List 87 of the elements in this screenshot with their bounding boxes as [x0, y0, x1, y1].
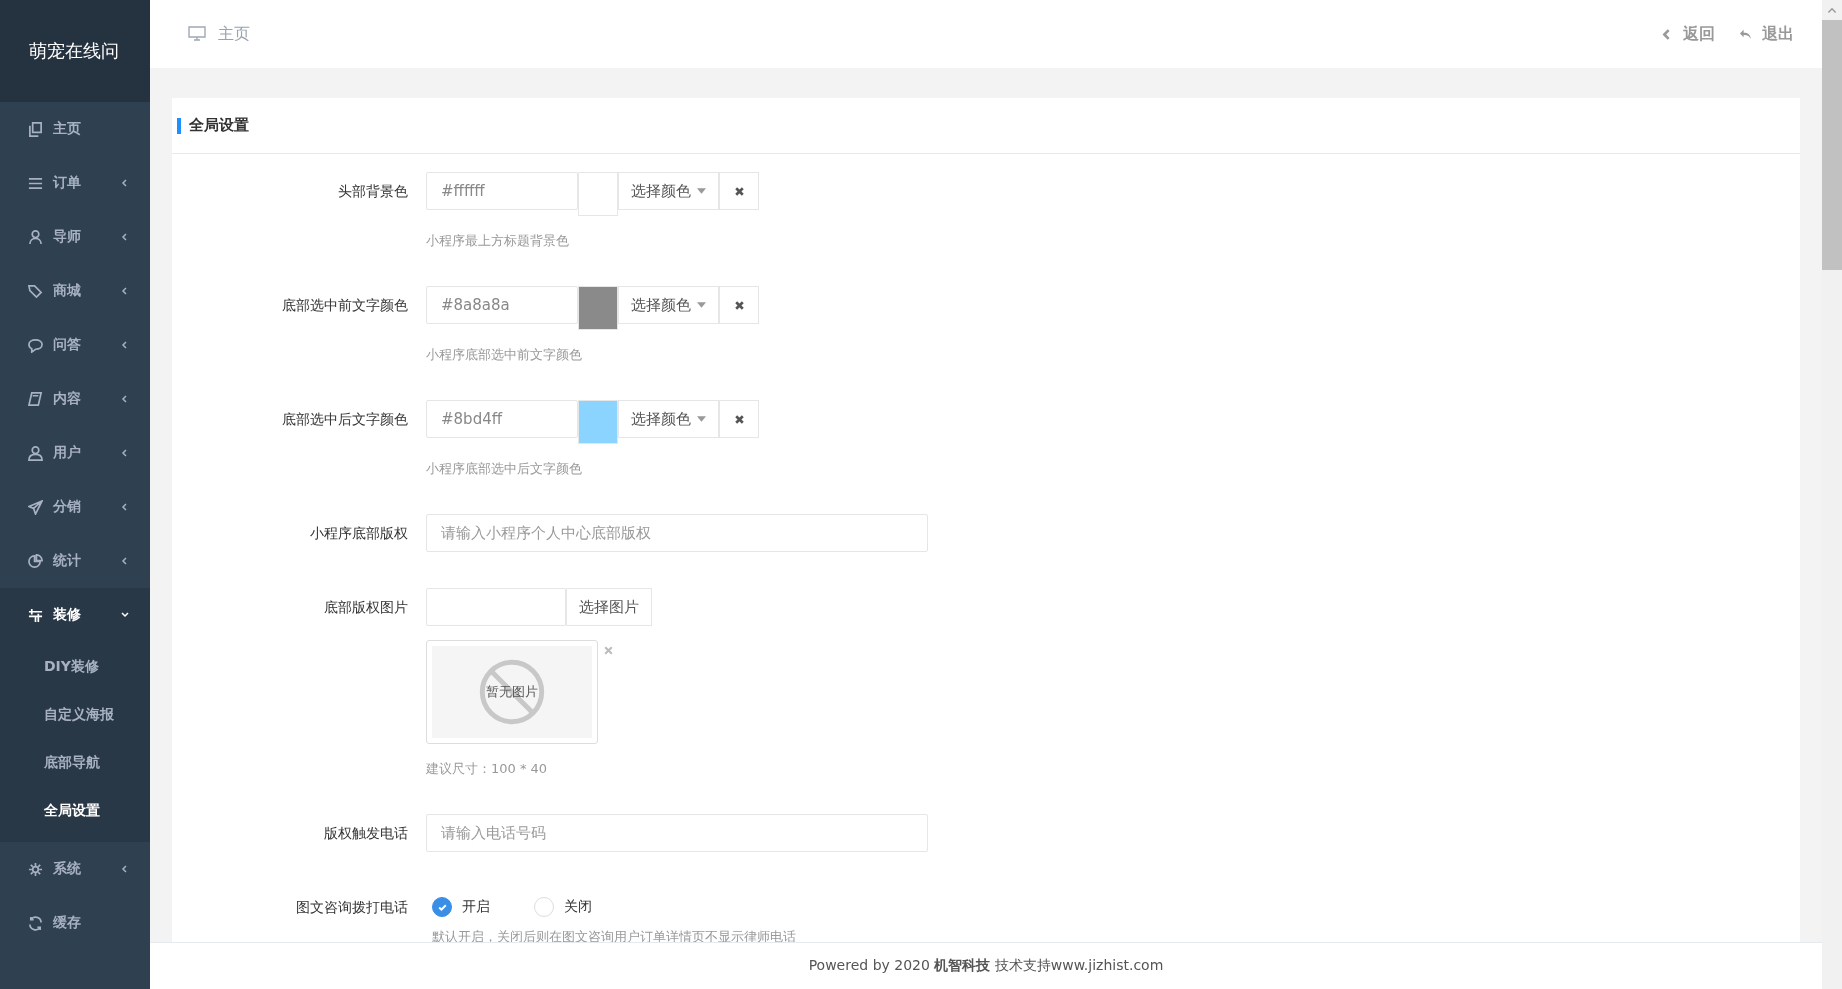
remove-icon[interactable] [603, 645, 614, 656]
sidebar-item[interactable]: 订单 [0, 156, 150, 210]
app-logo-text: 萌宠在线问 [0, 0, 150, 102]
user-icon [28, 445, 43, 461]
choose-color-button[interactable]: 选择颜色 [618, 400, 719, 438]
field-label: 底部选中前文字颜色 [281, 296, 409, 315]
field-label: 底部版权图片 [323, 598, 409, 617]
field-hint: 小程序最上方标题背景色 [426, 232, 570, 250]
field-label: 头部背景色 [337, 182, 409, 201]
image-path-field[interactable] [426, 588, 566, 626]
color-swatch [578, 286, 618, 330]
copy-icon [28, 121, 43, 137]
choose-image-button[interactable]: 选择图片 [566, 588, 652, 626]
field-label: 图文咨询拨打电话 [295, 898, 409, 917]
no-image-icon [479, 659, 545, 725]
header-link[interactable]: 返回 [1683, 23, 1715, 45]
breadcrumb-link[interactable]: 主页 [218, 23, 250, 45]
chevron-left-icon [120, 286, 130, 296]
choose-color-button[interactable]: 选择颜色 [618, 286, 719, 324]
radio-button[interactable] [432, 897, 452, 917]
chat-icon [28, 337, 43, 353]
caret-icon [697, 416, 706, 422]
chevron-left-icon [120, 394, 130, 404]
text-input-field[interactable]: 请输入电话号码 [426, 814, 928, 852]
book-icon [28, 391, 43, 407]
caret-icon [697, 302, 706, 308]
field-hint: 小程序底部选中后文字颜色 [426, 460, 583, 478]
panel-title: 全局设置 [189, 116, 249, 135]
chevron-left-icon [120, 232, 130, 242]
close-icon [733, 413, 745, 425]
color-swatch [578, 400, 618, 444]
sidebar-item[interactable]: 主页 [0, 102, 150, 156]
sidebar-item[interactable]: 分销 [0, 480, 150, 534]
chevron-left-icon [120, 178, 130, 188]
gear-icon [28, 861, 43, 877]
reply-arrow-icon [1739, 27, 1752, 41]
sidebar-item[interactable]: 商城 [0, 264, 150, 318]
caret-icon [697, 188, 706, 194]
pie-chart-icon [28, 553, 43, 569]
choose-color-button[interactable]: 选择颜色 [618, 172, 719, 210]
sidebar-item[interactable]: 系统 [0, 842, 150, 896]
chevron-down-icon [120, 610, 130, 620]
text-input-field[interactable]: 请输入小程序个人中心底部版权 [426, 514, 928, 552]
field-label: 小程序底部版权 [309, 524, 409, 543]
color-input-field[interactable]: #8bd4ff [426, 400, 578, 438]
header-link[interactable]: 退出 [1762, 23, 1794, 45]
field-label: 版权触发电话 [323, 824, 409, 843]
scrollbar-drawing[interactable] [1822, 0, 1842, 989]
chevron-left-icon [120, 864, 130, 874]
clear-button[interactable] [719, 400, 759, 438]
submenu-item[interactable]: 底部导航 [0, 738, 150, 786]
monitor-icon [188, 26, 206, 42]
color-input-field[interactable]: #8a8a8a [426, 286, 578, 324]
chevron-left-icon [120, 340, 130, 350]
chevron-left-icon [120, 502, 130, 512]
close-icon [733, 185, 745, 197]
footer-text: Powered by 2020 机智科技 技术支持www.jizhist.com [808, 957, 1164, 975]
color-input-field[interactable]: #ffffff [426, 172, 578, 210]
field-hint: 建议尺寸：100 * 40 [426, 760, 549, 778]
field-hint: 小程序底部选中前文字颜色 [426, 346, 583, 364]
sidebar-item[interactable]: 导师 [0, 210, 150, 264]
menu-icon [28, 175, 43, 191]
sidebar-item[interactable]: 统计 [0, 534, 150, 588]
clear-button[interactable] [719, 286, 759, 324]
submenu-item[interactable]: 全局设置 [0, 786, 150, 834]
sliders-icon [28, 607, 43, 623]
chevron-left-icon [120, 448, 130, 458]
title-accent-bar [177, 117, 181, 134]
submenu-item[interactable]: 自定义海报 [0, 690, 150, 738]
person-icon [28, 229, 43, 245]
sidebar-item[interactable]: 缓存 [0, 896, 150, 950]
refresh-icon [28, 915, 43, 931]
field-label: 底部选中后文字颜色 [281, 410, 409, 429]
radio-label: 开启 [462, 898, 490, 916]
sidebar-item[interactable]: 内容 [0, 372, 150, 426]
sidebar-item[interactable]: 用户 [0, 426, 150, 480]
color-swatch [578, 172, 618, 216]
no-image-text: 暂无图片 [486, 683, 538, 701]
radio-label: 关闭 [564, 898, 592, 916]
chevron-left-icon [120, 556, 130, 566]
sidebar-item[interactable]: 问答 [0, 318, 150, 372]
submenu-item[interactable]: DIY装修 [0, 642, 150, 690]
paper-plane-icon [28, 499, 43, 515]
sidebar-item[interactable]: 装修 [0, 588, 150, 642]
clear-button[interactable] [719, 172, 759, 210]
tags-icon [28, 283, 43, 299]
close-icon [733, 299, 745, 311]
